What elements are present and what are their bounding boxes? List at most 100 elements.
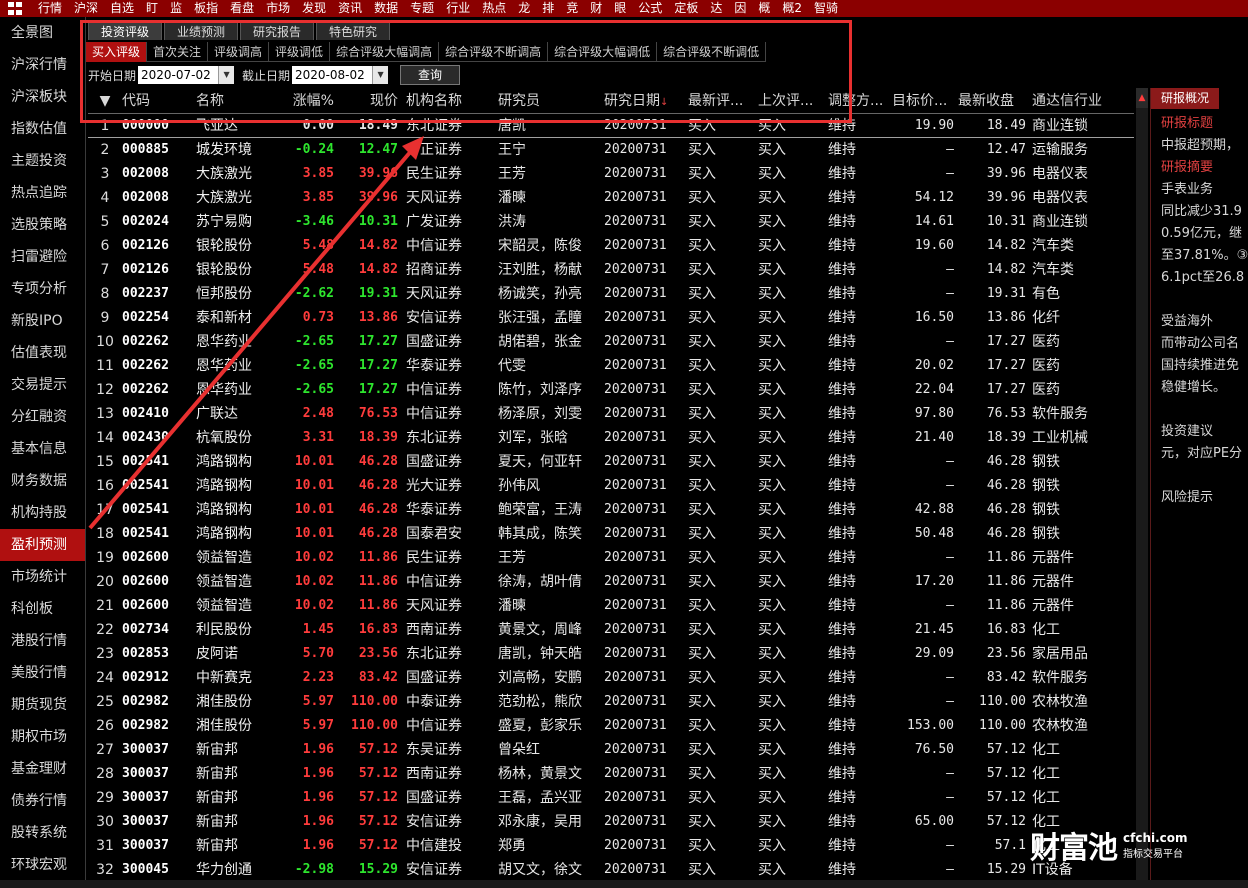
table-row[interactable]: 29 300037 新宙邦 1.96 57.12 国盛证券 王磊，孟兴亚 20200731 买入… bbox=[88, 786, 1134, 810]
table-row[interactable]: 30 300037 新宙邦 1.96 57.12 安信证券 邓永康，吴用 20200731 买入… bbox=[88, 810, 1134, 834]
top-menu-item[interactable]: 排 bbox=[536, 0, 560, 17]
sidebar-item[interactable]: 期权市场 bbox=[0, 721, 85, 753]
top-menu-item[interactable]: 定板 bbox=[668, 0, 704, 17]
sidebar-item[interactable]: 选股策略 bbox=[0, 209, 85, 241]
col-latest-close[interactable]: 最新收盘 bbox=[958, 88, 1032, 113]
table-row[interactable]: 24 002912 中新赛克 2.23 83.42 国盛证券 刘高畅，安鹏 20200731 买… bbox=[88, 666, 1134, 690]
cell-analyst: 孙伟风 bbox=[498, 478, 540, 494]
table-row[interactable]: 3 002008 大族激光 3.85 39.96 民生证券 王芳 20200731 买入 买入 维持… bbox=[88, 162, 1134, 186]
sidebar-item[interactable]: 交易提示 bbox=[0, 369, 85, 401]
rating-table: ▼ 代码 名称 涨幅% 现价 机构名称 研究员 研究日期↓ 最新评... 上次评… bbox=[88, 88, 1134, 882]
sidebar-item[interactable]: 专项分析 bbox=[0, 273, 85, 305]
table-row[interactable]: 12 002262 恩华药业 -2.65 17.27 中信证券 陈竹，刘泽序 20200731… bbox=[88, 378, 1134, 402]
sidebar-item[interactable]: 期货现货 bbox=[0, 689, 85, 721]
sidebar-item[interactable]: 指数估值 bbox=[0, 113, 85, 145]
top-menu-item[interactable]: 市场 bbox=[260, 0, 296, 17]
table-row[interactable]: 17 002541 鸿路钢构 10.01 46.28 华泰证券 鲍荣富，王涛 20200731… bbox=[88, 498, 1134, 522]
top-menu-item[interactable]: 智骑 bbox=[808, 0, 844, 17]
sidebar-item[interactable]: 财务数据 bbox=[0, 465, 85, 497]
top-menu-item[interactable]: 龙 bbox=[512, 0, 536, 17]
table-row[interactable]: 21 002600 领益智造 10.02 11.86 天风证券 潘暕 20200731 买入 买入… bbox=[88, 594, 1134, 618]
top-menu-item[interactable]: 眼 bbox=[608, 0, 632, 17]
top-menu-item[interactable]: 自选 bbox=[104, 0, 140, 17]
grid-menu-icon[interactable] bbox=[8, 2, 24, 15]
sidebar-item[interactable]: 热点追踪 bbox=[0, 177, 85, 209]
cell-index: 20 bbox=[96, 574, 114, 590]
sidebar-item[interactable]: 主题投资 bbox=[0, 145, 85, 177]
cell-name: 中新赛克 bbox=[196, 670, 252, 686]
cell-latest-close: 19.31 bbox=[986, 286, 1026, 301]
top-menu-item[interactable]: 行情 bbox=[32, 0, 68, 17]
table-row[interactable]: 13 002410 广联达 2.48 76.53 中信证券 杨泽原，刘雯 20200731 买入… bbox=[88, 402, 1134, 426]
table-row[interactable]: 23 002853 皮阿诺 5.70 23.56 东北证券 唐凯，钟天皓 20200731 买入… bbox=[88, 642, 1134, 666]
top-menu-item[interactable]: 看盘 bbox=[224, 0, 260, 17]
sidebar-item[interactable]: 全景图 bbox=[0, 17, 85, 49]
top-menu-item[interactable]: 沪深 bbox=[68, 0, 104, 17]
sidebar-item[interactable]: 机构持股 bbox=[0, 497, 85, 529]
cell-analyst: 宋韶灵，陈俊 bbox=[498, 238, 582, 254]
top-menu-item[interactable]: 板指 bbox=[188, 0, 224, 17]
top-menu-item[interactable]: 盯 bbox=[140, 0, 164, 17]
top-menu-item[interactable]: 专题 bbox=[404, 0, 440, 17]
sidebar-item[interactable]: 分红融资 bbox=[0, 401, 85, 433]
sidebar-item[interactable]: 基本信息 bbox=[0, 433, 85, 465]
top-menu-item[interactable]: 因 bbox=[728, 0, 752, 17]
sidebar-item[interactable]: 估值表现 bbox=[0, 337, 85, 369]
top-menu-item[interactable]: 资讯 bbox=[332, 0, 368, 17]
table-row[interactable]: 4 002008 大族激光 3.85 39.96 天风证券 潘暕 20200731 买入 买入 维持… bbox=[88, 186, 1134, 210]
top-menu-item[interactable]: 监 bbox=[164, 0, 188, 17]
table-row[interactable]: 9 002254 泰和新材 0.73 13.86 安信证券 张汪强，孟瞳 20200731 买入… bbox=[88, 306, 1134, 330]
sidebar-item[interactable]: 盈利预测 bbox=[0, 529, 85, 561]
table-row[interactable]: 18 002541 鸿路钢构 10.01 46.28 国泰君安 韩其成，陈笑 20200731… bbox=[88, 522, 1134, 546]
scroll-up-icon[interactable]: ▲ bbox=[1136, 88, 1148, 108]
top-menu-item[interactable]: 发现 bbox=[296, 0, 332, 17]
table-row[interactable]: 20 002600 领益智造 10.02 11.86 中信证券 徐涛，胡叶倩 20200731… bbox=[88, 570, 1134, 594]
table-row[interactable]: 31 300037 新宙邦 1.96 57.12 中信建投 郑勇 20200731 买入 买入 维持… bbox=[88, 834, 1134, 858]
cell-change: 10.01 bbox=[294, 454, 334, 469]
cell-index: 17 bbox=[96, 502, 114, 518]
top-menu-item[interactable]: 竞 bbox=[560, 0, 584, 17]
table-row[interactable]: 5 002024 苏宁易购 -3.46 10.31 广发证券 洪涛 20200731 买入 买入 维… bbox=[88, 210, 1134, 234]
vertical-scrollbar[interactable]: ▲ bbox=[1136, 88, 1148, 888]
table-row[interactable]: 7 002126 银轮股份 5.48 14.82 招商证券 汪刘胜，杨献 20200731 买入… bbox=[88, 258, 1134, 282]
sidebar-item[interactable]: 债券行情 bbox=[0, 785, 85, 817]
table-row[interactable]: 28 300037 新宙邦 1.96 57.12 西南证券 杨林，黄景文 20200731 买入… bbox=[88, 762, 1134, 786]
col-target-price[interactable]: 目标价... bbox=[892, 88, 958, 113]
top-menu-item[interactable]: 行业 bbox=[440, 0, 476, 17]
table-row[interactable]: 22 002734 利民股份 1.45 16.83 西南证券 黄景文，周峰 20200731 买… bbox=[88, 618, 1134, 642]
sidebar-item[interactable]: 市场统计 bbox=[0, 561, 85, 593]
table-row[interactable]: 15 002541 鸿路钢构 10.01 46.28 国盛证券 夏天，何亚轩 20200731… bbox=[88, 450, 1134, 474]
tab-report-overview[interactable]: 研报概况 bbox=[1151, 88, 1219, 109]
sidebar-item[interactable]: 科创板 bbox=[0, 593, 85, 625]
table-row[interactable]: 8 002237 恒邦股份 -2.62 19.31 天风证券 杨诚笑，孙亮 20200731 买… bbox=[88, 282, 1134, 306]
sidebar-item[interactable]: 新股IPO bbox=[0, 305, 85, 337]
sidebar-item[interactable]: 沪深行情 bbox=[0, 49, 85, 81]
top-menu-item[interactable]: 数据 bbox=[368, 0, 404, 17]
table-row[interactable]: 2 000885 城发环境 -0.24 12.47 方正证券 王宁 20200731 买入 买入 维… bbox=[88, 138, 1134, 162]
table-row[interactable]: 26 002982 湘佳股份 5.97 110.00 中信证券 盛夏，彭家乐 20200731… bbox=[88, 714, 1134, 738]
table-row[interactable]: 27 300037 新宙邦 1.96 57.12 东吴证券 曾朵红 20200731 买入 买入 维… bbox=[88, 738, 1134, 762]
top-menu-item[interactable]: 概 bbox=[752, 0, 776, 17]
sidebar-item[interactable]: 沪深板块 bbox=[0, 81, 85, 113]
table-row[interactable]: 14 002430 杭氧股份 3.31 18.39 东北证券 刘军，张晗 20200731 买入… bbox=[88, 426, 1134, 450]
table-row[interactable]: 10 002262 恩华药业 -2.65 17.27 国盛证券 胡偌碧，张金 20200731… bbox=[88, 330, 1134, 354]
table-row[interactable]: 11 002262 恩华药业 -2.65 17.27 华泰证券 代雯 20200731 买入 买入… bbox=[88, 354, 1134, 378]
top-menu-item[interactable]: 热点 bbox=[476, 0, 512, 17]
top-menu-item[interactable]: 财 bbox=[584, 0, 608, 17]
sidebar-item[interactable]: 股转系统 bbox=[0, 817, 85, 849]
table-row[interactable]: 6 002126 银轮股份 5.48 14.82 中信证券 宋韶灵，陈俊 20200731 买入… bbox=[88, 234, 1134, 258]
sidebar-item[interactable]: 美股行情 bbox=[0, 657, 85, 689]
top-menu-item[interactable]: 概2 bbox=[776, 0, 808, 17]
sidebar-item[interactable]: 环球宏观 bbox=[0, 849, 85, 881]
sidebar-item[interactable]: 港股行情 bbox=[0, 625, 85, 657]
col-industry[interactable]: 通达信行业 bbox=[1032, 88, 1124, 113]
top-menu-item[interactable]: 公式 bbox=[632, 0, 668, 17]
table-row[interactable]: 32 300045 华力创通 -2.98 15.29 安信证券 胡又文，徐文 20200731… bbox=[88, 858, 1134, 882]
top-menu-item[interactable]: 达 bbox=[704, 0, 728, 17]
cell-target-price: – bbox=[946, 334, 954, 349]
table-row[interactable]: 19 002600 领益智造 10.02 11.86 民生证券 王芳 20200731 买入 买入… bbox=[88, 546, 1134, 570]
sidebar-item[interactable]: 基金理财 bbox=[0, 753, 85, 785]
table-row[interactable]: 16 002541 鸿路钢构 10.01 46.28 光大证券 孙伟风 20200731 买入 买… bbox=[88, 474, 1134, 498]
table-row[interactable]: 25 002982 湘佳股份 5.97 110.00 中泰证券 范劲松，熊欣 20200731… bbox=[88, 690, 1134, 714]
sidebar-item[interactable]: 扫雷避险 bbox=[0, 241, 85, 273]
